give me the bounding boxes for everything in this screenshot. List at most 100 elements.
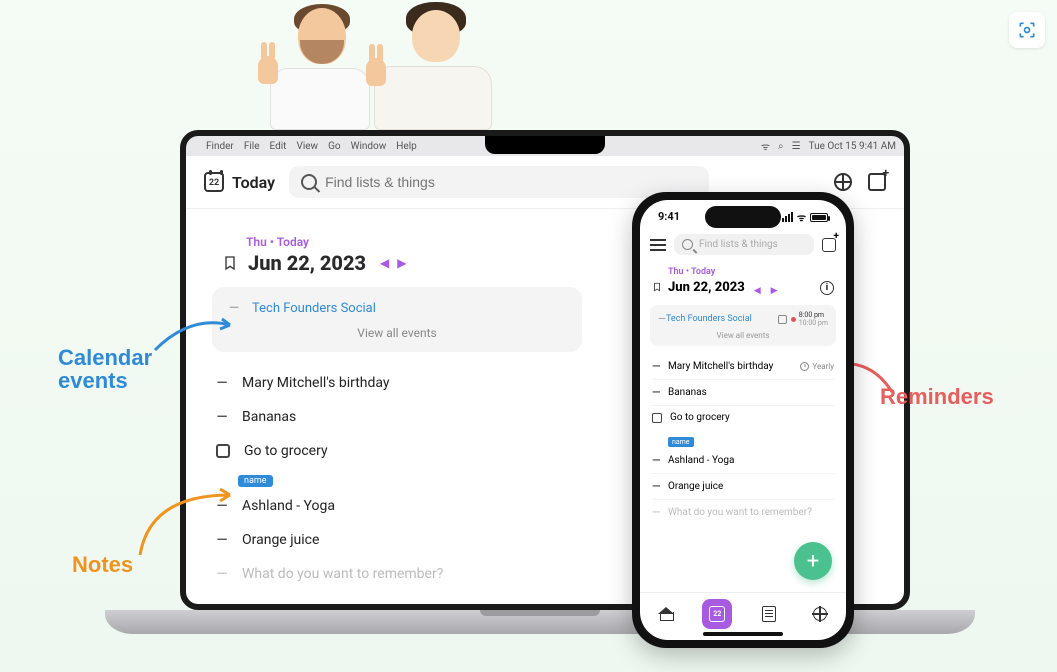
phone-search-bar[interactable]: Find lists & things [674, 234, 814, 255]
checkbox-icon[interactable] [216, 444, 230, 458]
next-day-button[interactable]: ▶ [397, 256, 406, 270]
dash-icon: — [652, 454, 660, 467]
phone-list-item[interactable]: — Mary Mitchell's birthday Yearly [652, 354, 834, 380]
search-icon [301, 174, 317, 190]
list-item-todo[interactable]: Go to grocery [212, 434, 592, 468]
item-text: Go to grocery [244, 443, 328, 459]
wifi-icon: ᯤ [761, 139, 770, 153]
tab-explore[interactable] [805, 599, 835, 629]
event-end-time: 10:00 pm [799, 319, 828, 327]
reminder-label: Yearly [812, 362, 834, 371]
dash-icon: — [652, 506, 660, 519]
founders-illustration [260, 0, 510, 130]
event-title: Tech Founders Social [666, 314, 778, 324]
phone-list-item[interactable]: — Ashland - Yoga [652, 448, 834, 474]
bookmark-icon[interactable] [652, 278, 662, 297]
item-text: Ashland - Yoga [242, 498, 335, 514]
phone-new-item-input[interactable]: — What do you want to remember? [652, 500, 834, 525]
item-text: Orange juice [668, 481, 723, 492]
list-item[interactable]: — Ashland - Yoga [212, 489, 592, 523]
menu-help[interactable]: Help [396, 141, 416, 152]
items-list: — Mary Mitchell's birthday — Bananas Go … [212, 366, 592, 591]
prev-day-button[interactable]: ◀ [380, 256, 389, 270]
phone-mockup: 9:41 ᯤ Find lists & things Thu • Today J… [632, 192, 854, 648]
event-title: Tech Founders Social [252, 301, 376, 316]
today-heading[interactable]: Today [204, 172, 275, 192]
event-start-time: 8:00 pm [799, 311, 828, 319]
next-day-button[interactable]: ▶ [768, 286, 781, 296]
info-icon[interactable]: i [820, 281, 834, 295]
dash-icon: — [652, 360, 660, 373]
menubar-datetime: Tue Oct 15 9:41 AM [809, 141, 896, 152]
item-text: Bananas [668, 387, 707, 398]
globe-icon [813, 607, 827, 621]
dash-icon: — [652, 386, 660, 399]
list-item[interactable]: — Bananas [212, 400, 592, 434]
search-bar[interactable] [289, 166, 709, 198]
dash-icon: — [652, 480, 660, 493]
bookmark-icon[interactable] [222, 254, 238, 272]
event-dot-icon [791, 317, 796, 322]
menu-view[interactable]: View [296, 141, 318, 152]
new-item-placeholder: What do you want to remember? [242, 566, 443, 582]
annotation-notes: Notes [72, 552, 133, 578]
new-item-placeholder: What do you want to remember? [668, 507, 812, 518]
calendar-event[interactable]: — Tech Founders Social [228, 297, 566, 320]
arrow-notes [130, 485, 240, 569]
reminder-badge: Yearly [800, 362, 834, 371]
checkbox-icon[interactable] [652, 413, 662, 423]
new-item-input[interactable]: — What do you want to remember? [212, 557, 592, 591]
battery-icon [810, 213, 828, 222]
item-text: Orange juice [242, 532, 319, 548]
item-text: Ashland - Yoga [668, 455, 734, 466]
home-icon [658, 607, 674, 621]
phone-current-date: Jun 22, 2023 [668, 280, 745, 295]
dash-icon: — [216, 375, 228, 391]
phone-list-item-todo[interactable]: Go to grocery [652, 406, 834, 429]
hamburger-icon[interactable] [650, 239, 666, 251]
search-input[interactable] [325, 174, 697, 190]
phone-day-of-week: Thu • Today [652, 267, 834, 277]
menu-edit[interactable]: Edit [270, 141, 287, 152]
menu-file[interactable]: File [244, 141, 260, 152]
capture-icon[interactable] [1009, 12, 1045, 48]
item-text: Bananas [242, 409, 296, 425]
menu-window[interactable]: Window [351, 141, 387, 152]
tab-home[interactable] [651, 599, 681, 629]
list-item[interactable]: — Orange juice [212, 523, 592, 557]
home-indicator [703, 632, 783, 636]
phone-search-placeholder: Find lists & things [699, 239, 778, 250]
item-text: Mary Mitchell's birthday [242, 375, 390, 391]
list-item[interactable]: — Mary Mitchell's birthday [212, 366, 592, 400]
prev-day-button[interactable]: ◀ [751, 286, 764, 296]
view-all-events-link[interactable]: View all events [228, 326, 566, 340]
compose-icon[interactable] [868, 173, 886, 191]
item-tag[interactable]: name [238, 475, 273, 487]
menu-finder[interactable]: Finder [206, 141, 234, 152]
phone-list-item[interactable]: — Bananas [652, 380, 834, 406]
status-time: 9:41 [658, 210, 680, 224]
menu-go[interactable]: Go [328, 141, 341, 152]
document-icon [762, 606, 776, 622]
phone-calendar-event[interactable]: — Tech Founders Social 8:00 pm 10:00 pm [658, 311, 828, 327]
fab-add-button[interactable]: + [794, 542, 832, 580]
phone-list-item[interactable]: — Orange juice [652, 474, 834, 500]
phone-view-all-events-link[interactable]: View all events [658, 331, 828, 340]
arrow-calendar [150, 310, 240, 364]
dash-icon: — [658, 314, 666, 325]
dash-icon: — [216, 409, 228, 425]
phone-compose-icon[interactable] [822, 238, 836, 252]
item-text: Mary Mitchell's birthday [668, 361, 773, 372]
tab-lists[interactable] [754, 599, 784, 629]
phone-calendar-events-box: — Tech Founders Social 8:00 pm 10:00 pm … [650, 305, 836, 346]
tab-today[interactable] [702, 599, 732, 629]
search-icon [682, 239, 693, 250]
item-tag[interactable]: name [668, 437, 694, 447]
current-date: Jun 22, 2023 [248, 251, 366, 275]
calendar-events-box: — Tech Founders Social View all events [212, 287, 582, 352]
calendar-icon [709, 606, 725, 622]
clock-icon [800, 362, 809, 371]
mini-calendar-icon [778, 315, 787, 324]
today-label: Today [232, 173, 275, 192]
globe-icon[interactable] [834, 173, 852, 191]
